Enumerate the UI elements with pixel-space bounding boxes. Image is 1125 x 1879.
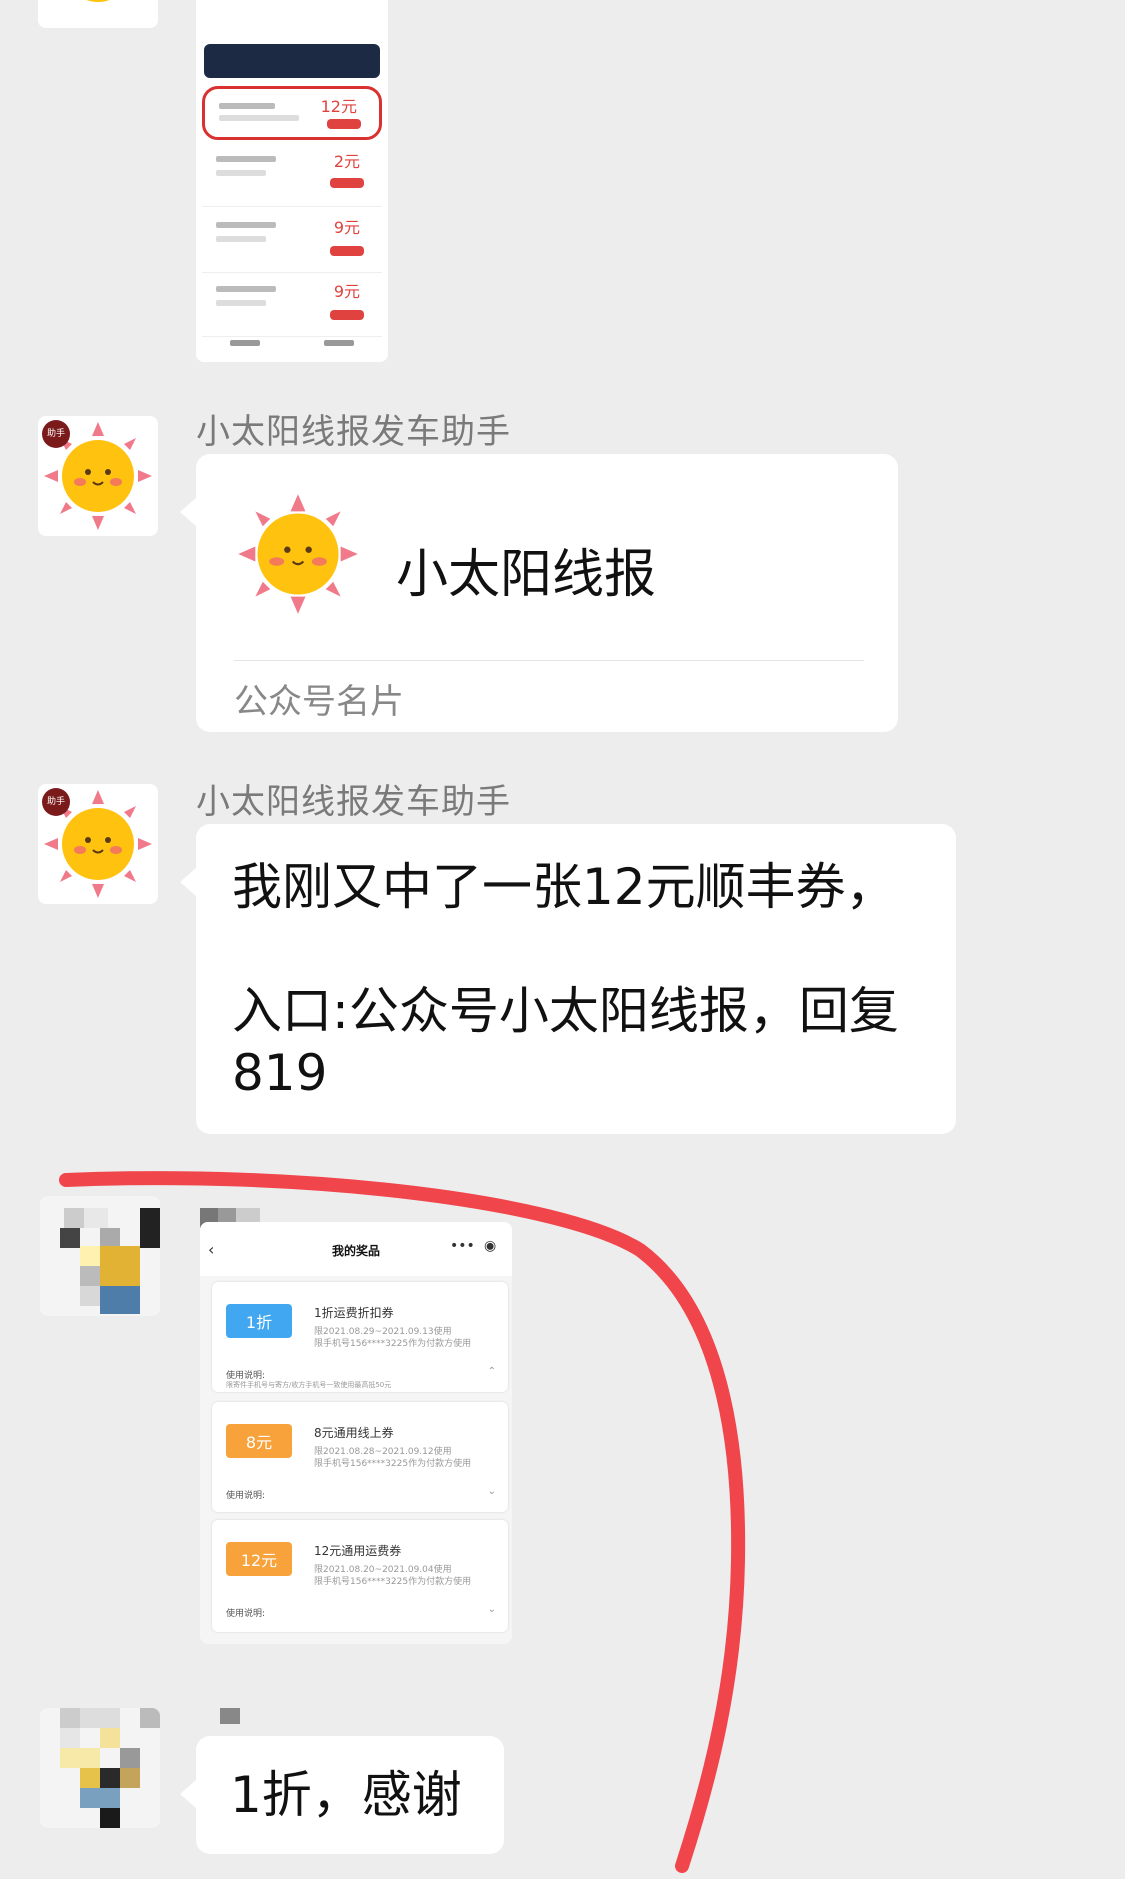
- prize-use-2: 使用说明:: [226, 1491, 266, 1501]
- message-text: 我刚又中了一张12元顺丰券， 入口:公众号小太阳线报，回复819: [232, 858, 899, 1102]
- prize-card-1: 1折 1折运费折扣券 限2021.08.29~2021.09.13使用 限手机号…: [212, 1282, 508, 1392]
- thumb-price-2: 2元: [333, 152, 360, 171]
- sender-name: 小太阳线报发车助手: [196, 782, 511, 822]
- prize-phone-3: 限手机号156****3225作为付款方使用: [314, 1577, 472, 1587]
- thumb-card-2: 2元: [202, 144, 382, 207]
- sun-icon: [86, 0, 110, 2]
- thumb-card-3: 9元: [202, 210, 382, 273]
- public-account-card[interactable]: 小太阳线报 公众号名片: [180, 454, 898, 732]
- card-footer: 公众号名片: [234, 682, 404, 722]
- ticket-3: 12元: [226, 1542, 292, 1576]
- chevron-up-icon: ⌃: [487, 1366, 496, 1377]
- chevron-down-icon: ⌄: [487, 1486, 496, 1497]
- more-icon: •••: [450, 1238, 475, 1254]
- coupon-list-screenshot[interactable]: 12元 2元 9元 9元: [196, 0, 388, 362]
- message-text: 1折，感谢: [230, 1766, 462, 1824]
- text-message[interactable]: 我刚又中了一张12元顺丰券， 入口:公众号小太阳线报，回复819: [180, 824, 956, 1134]
- prize-card-2: 8元 8元通用线上券 限2021.08.28~2021.09.12使用 限手机号…: [212, 1402, 508, 1512]
- thumb-card-1: 12元: [202, 86, 382, 140]
- assistant-badge-text: 助手: [46, 796, 65, 807]
- prize-phone-2: 限手机号156****3225作为付款方使用: [314, 1459, 472, 1469]
- prize-use-3: 使用说明:: [226, 1609, 266, 1619]
- thumb-card-4: 9元: [202, 274, 382, 337]
- sender-name: 小太阳线报发车助手: [196, 412, 511, 452]
- prize-note-1: 限寄件手机号与寄方/收方手机号一致使用最高抵50元: [226, 1381, 392, 1389]
- thumb-footer: [230, 340, 260, 346]
- assistant-badge-text: 助手: [46, 428, 65, 439]
- thumb-price-1: 12元: [320, 97, 357, 116]
- card-divider: [234, 660, 864, 661]
- prize-title-2: 8元通用线上券: [314, 1426, 394, 1440]
- assistant-badge: 助手: [42, 420, 70, 448]
- pixelated-avatar[interactable]: [40, 1708, 160, 1828]
- target-icon: ◉: [484, 1238, 497, 1254]
- text-message[interactable]: 1折，感谢: [180, 1736, 504, 1854]
- sun-logo-icon: [238, 494, 358, 614]
- thumb-banner: [204, 44, 380, 78]
- prize-card-3: 12元 12元通用运费券 限2021.08.20~2021.09.04使用 限手…: [212, 1520, 508, 1632]
- thumb-footer-2: [324, 340, 354, 346]
- ticket-2: 8元: [226, 1424, 292, 1458]
- prize-title-3: 12元通用运费券: [314, 1544, 402, 1558]
- assistant-badge: 助手: [42, 788, 70, 816]
- card-title: 小太阳线报: [396, 545, 657, 605]
- prize-phone-1: 限手机号156****3225作为付款方使用: [314, 1339, 472, 1349]
- ticket-1: 1折: [226, 1304, 292, 1338]
- screenshot-header: ‹ 我的奖品 ••• ◉: [200, 1222, 512, 1276]
- pixelated-sender-name: [220, 1708, 240, 1724]
- prize-screenshot[interactable]: ‹ 我的奖品 ••• ◉ 1折 1折运费折扣券 限2021.08.29~2021…: [200, 1222, 512, 1644]
- sun-avatar[interactable]: 助手: [38, 784, 158, 904]
- thumb-price-4: 9元: [333, 282, 360, 301]
- pixelated-avatar[interactable]: [40, 1196, 160, 1316]
- prize-title-1: 1折运费折扣券: [314, 1306, 394, 1320]
- sun-avatar[interactable]: 助手: [38, 416, 158, 536]
- sun-avatar-top[interactable]: [38, 0, 158, 28]
- thumb-price-3: 9元: [333, 218, 360, 237]
- chevron-down-icon: ⌄: [487, 1604, 496, 1615]
